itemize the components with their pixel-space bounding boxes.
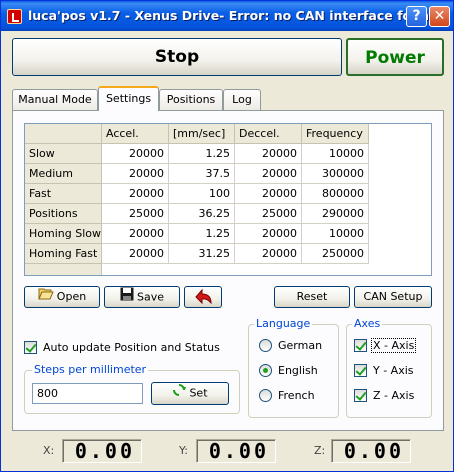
z-position-display: 0.00 [331, 439, 411, 463]
grid-header-row: Accel. [mm/sec] Deccel. Frequency [25, 124, 431, 144]
table-cell[interactable]: 20000 [102, 224, 169, 244]
row-header[interactable]: Homing Fast [25, 244, 102, 264]
x-position-label: X: [43, 444, 55, 457]
x-axis-label[interactable]: X - Axis [371, 338, 417, 353]
table-row: Positions 25000 36.25 25000 290000 [25, 204, 431, 224]
table-cell[interactable]: 250000 [302, 244, 369, 264]
set-button-label: Set [189, 386, 208, 400]
open-button[interactable]: Open [24, 286, 100, 308]
table-cell[interactable]: 25000 [102, 204, 169, 224]
column-header-frequency[interactable]: Frequency [302, 124, 369, 144]
tab-positions[interactable]: Positions [159, 89, 223, 110]
table-cell[interactable]: 10000 [302, 224, 369, 244]
table-row: Homing Fast 20000 31.25 20000 250000 [25, 244, 431, 264]
table-cell[interactable]: 800000 [302, 184, 369, 204]
can-setup-button[interactable]: CAN Setup [354, 286, 432, 308]
row-header[interactable]: Medium [25, 164, 102, 184]
column-header-accel[interactable]: Accel. [102, 124, 169, 144]
save-button-label: Save [136, 290, 164, 304]
x-position-display: 0.00 [62, 439, 142, 463]
title-bar[interactable]: luca'pos v1.7 - Xenus Drive- Error: no C… [1, 1, 453, 31]
table-cell[interactable]: 36.25 [169, 204, 235, 224]
table-row: Slow 20000 1.25 20000 10000 [25, 144, 431, 164]
window-title: luca'pos v1.7 - Xenus Drive- Error: no C… [28, 8, 444, 23]
z-axis-checkbox[interactable] [354, 389, 367, 402]
language-radio-english[interactable] [259, 364, 272, 377]
table-cell[interactable]: 20000 [235, 184, 302, 204]
stop-button[interactable]: Stop [12, 38, 342, 76]
steps-per-mm-input[interactable]: 800 [32, 383, 143, 404]
axes-title: Axes [352, 317, 383, 330]
table-cell[interactable]: 37.5 [169, 164, 235, 184]
row-header[interactable]: Slow [25, 144, 102, 164]
language-radio-german[interactable] [259, 339, 272, 352]
table-cell[interactable]: 20000 [235, 144, 302, 164]
table-cell[interactable]: 1.25 [169, 144, 235, 164]
table-cell[interactable]: 31.25 [169, 244, 235, 264]
language-label-german[interactable]: German [278, 339, 322, 352]
save-button[interactable]: Save [104, 286, 180, 308]
reset-button[interactable]: Reset [274, 286, 350, 308]
table-cell[interactable]: 10000 [302, 144, 369, 164]
language-title: Language [254, 317, 313, 330]
table-cell[interactable]: 20000 [102, 164, 169, 184]
table-cell[interactable]: 20000 [102, 184, 169, 204]
table-row: Fast 20000 100 20000 800000 [25, 184, 431, 204]
y-axis-checkbox[interactable] [354, 364, 367, 377]
close-button[interactable]: ✕ [429, 6, 450, 27]
column-header-deccel[interactable]: Deccel. [235, 124, 302, 144]
row-header[interactable]: Positions [25, 204, 102, 224]
language-label-english[interactable]: English [278, 364, 318, 377]
floppy-disk-icon [120, 287, 134, 308]
x-axis-checkbox[interactable] [354, 339, 367, 352]
app-icon [7, 9, 22, 24]
z-position-label: Z: [314, 444, 326, 457]
table-cell[interactable]: 300000 [302, 164, 369, 184]
y-position-display: 0.00 [196, 439, 276, 463]
table-row: Medium 20000 37.5 20000 300000 [25, 164, 431, 184]
undo-button[interactable] [184, 286, 222, 308]
power-button[interactable]: Power [346, 38, 444, 76]
row-header-empty [25, 264, 102, 275]
table-cell[interactable]: 25000 [235, 204, 302, 224]
table-cell[interactable]: 20000 [102, 144, 169, 164]
y-axis-label[interactable]: Y - Axis [373, 364, 414, 377]
table-cell[interactable]: 1.25 [169, 224, 235, 244]
table-cell[interactable]: 20000 [235, 244, 302, 264]
set-button[interactable]: Set [151, 382, 229, 405]
tab-manual-mode[interactable]: Manual Mode [12, 89, 98, 110]
column-header-speed[interactable]: [mm/sec] [169, 124, 235, 144]
language-radio-french[interactable] [259, 389, 272, 402]
main-window: luca'pos v1.7 - Xenus Drive- Error: no C… [0, 0, 454, 472]
z-axis-label[interactable]: Z - Axis [373, 389, 414, 402]
folder-open-icon [38, 287, 54, 307]
refresh-icon [172, 383, 187, 404]
table-cell[interactable]: 20000 [235, 164, 302, 184]
row-header[interactable]: Homing Slow [25, 224, 102, 244]
open-button-label: Open [56, 290, 87, 303]
table-cell[interactable]: 20000 [235, 224, 302, 244]
table-row-empty [25, 264, 431, 275]
auto-update-label[interactable]: Auto update Position and Status [43, 341, 220, 354]
row-header[interactable]: Fast [25, 184, 102, 204]
table-cell[interactable]: 100 [169, 184, 235, 204]
language-label-french[interactable]: French [278, 389, 315, 402]
table-row: Homing Slow 20000 1.25 20000 10000 [25, 224, 431, 244]
tab-log[interactable]: Log [223, 89, 261, 110]
steps-per-mm-title: Steps per millimeter [32, 363, 149, 376]
help-button[interactable]: ? [406, 6, 427, 27]
undo-arrow-icon [192, 287, 214, 312]
speed-settings-grid[interactable]: Accel. [mm/sec] Deccel. Frequency Slow 2… [24, 123, 432, 276]
table-cell[interactable]: 20000 [102, 244, 169, 264]
tab-settings[interactable]: Settings [98, 86, 159, 111]
grid-corner [25, 124, 102, 144]
auto-update-checkbox[interactable] [24, 341, 37, 354]
table-cell[interactable]: 290000 [302, 204, 369, 224]
y-position-label: Y: [179, 444, 188, 457]
